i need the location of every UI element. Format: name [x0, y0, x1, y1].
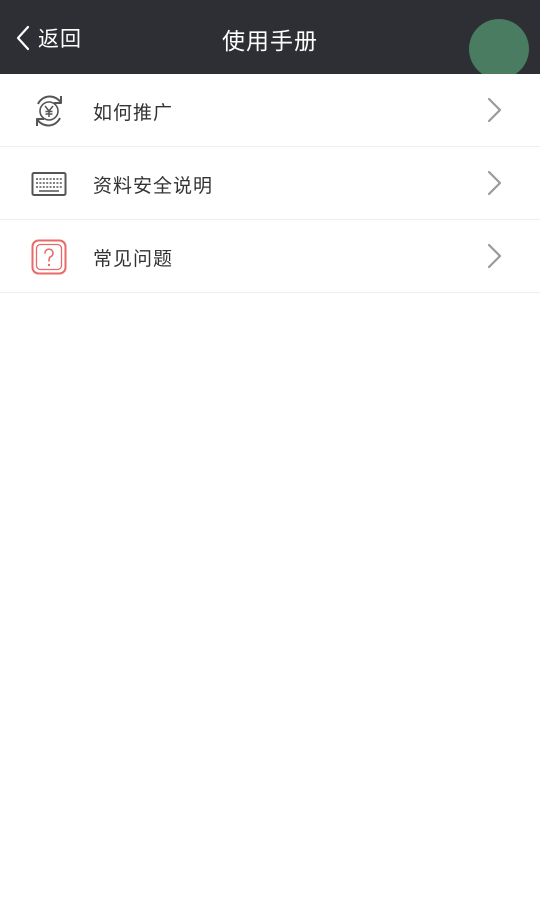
question-icon: [30, 238, 68, 276]
manual-menu-list: 如何推广 资料安全说明 常见问题: [0, 74, 540, 293]
page-title: 使用手册: [222, 29, 318, 55]
top-navigation-bar: 返回 使用手册: [0, 0, 540, 74]
menu-item-data-security[interactable]: 资料安全说明: [0, 147, 540, 220]
chevron-right-icon: [484, 96, 504, 124]
menu-item-how-to-promote[interactable]: 如何推广: [0, 74, 540, 147]
chevron-right-icon: [484, 242, 504, 270]
menu-item-label: 如何推广: [93, 102, 174, 124]
menu-item-faq[interactable]: 常见问题: [0, 220, 540, 293]
yen-refresh-icon: [30, 92, 68, 130]
floating-assistive-button[interactable]: [469, 19, 529, 79]
menu-item-label: 常见问题: [93, 248, 174, 270]
keyboard-icon: [30, 165, 68, 203]
chevron-right-icon: [484, 169, 504, 197]
menu-item-label: 资料安全说明: [93, 175, 214, 197]
